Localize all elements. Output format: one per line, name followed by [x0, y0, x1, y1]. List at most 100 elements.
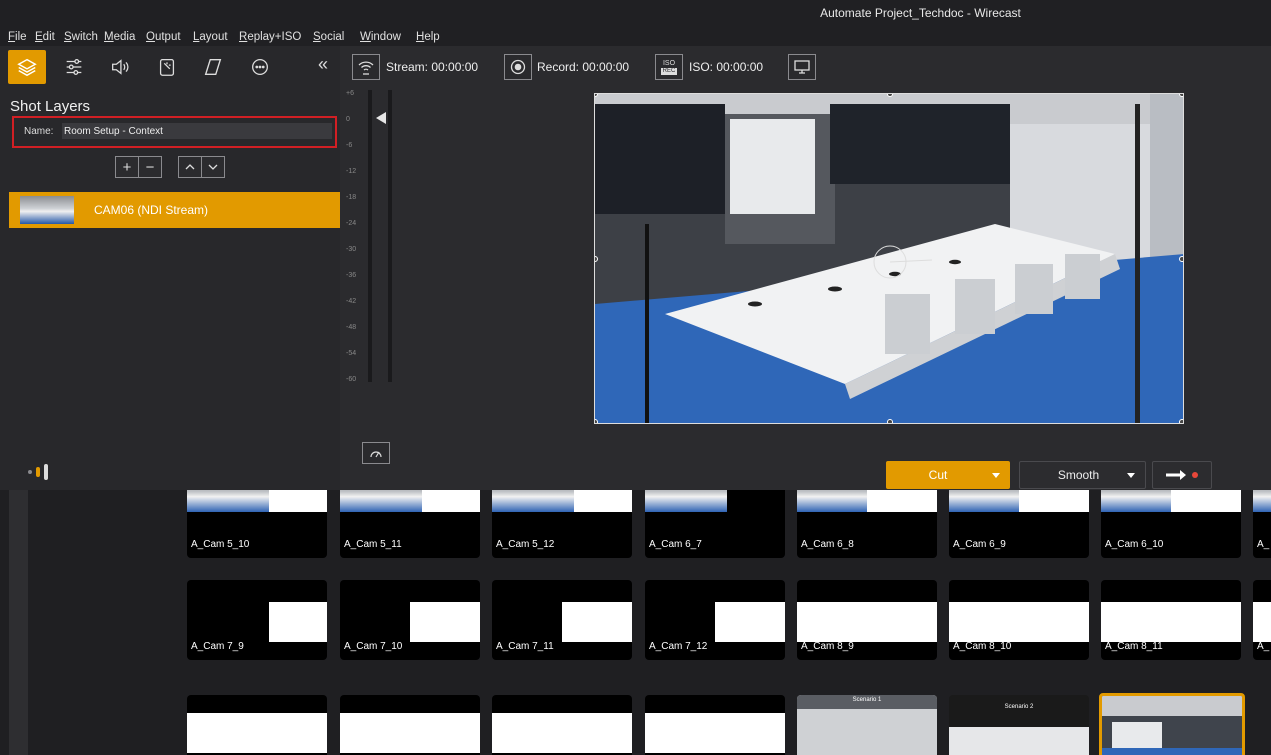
shot-tile[interactable]: [492, 695, 632, 755]
shot-label: A_Cam 5_11: [344, 539, 402, 550]
menu-layout[interactable]: Layout: [193, 31, 228, 43]
meter-label: -12: [346, 168, 357, 175]
parallelogram-icon: [204, 58, 222, 76]
shot-tile[interactable]: Scenario 1: [797, 695, 937, 755]
audio-tab[interactable]: [101, 50, 139, 84]
shot-tile[interactable]: A_Cam 6_10: [1101, 490, 1241, 558]
shot-tile[interactable]: A_Cam 6_9: [949, 490, 1089, 558]
shot-tile-selected[interactable]: [1099, 693, 1245, 755]
stream-button[interactable]: [352, 54, 380, 80]
shot-tile[interactable]: A_Cam 8_10: [949, 580, 1089, 660]
cut-button[interactable]: Cut: [886, 461, 1010, 489]
conference-room-image: [595, 94, 1183, 423]
name-label: Name:: [24, 126, 54, 137]
meter-label: -30: [346, 246, 357, 253]
chevron-up-icon: [185, 164, 195, 170]
meter-label: -24: [346, 220, 357, 227]
shot-tile[interactable]: A_Cam 6_7: [645, 490, 785, 558]
menu-help[interactable]: Help: [416, 31, 440, 43]
menu-media[interactable]: Media: [104, 31, 135, 43]
audio-level-icon: [28, 464, 48, 480]
menu-replay-iso[interactable]: Replay+ISO: [239, 31, 301, 43]
shot-tile[interactable]: A_Cam 8_11: [1101, 580, 1241, 660]
shot-grid-sidebar: [9, 490, 28, 755]
shot-tile[interactable]: A_Cam 7_9: [187, 580, 327, 660]
window-title: Automate Project_Techdoc - Wirecast: [820, 6, 1021, 20]
shot-tile[interactable]: A_Cam 7_12: [645, 580, 785, 660]
meter-label: -6: [346, 142, 353, 149]
record-button[interactable]: [504, 54, 532, 80]
meter-label: -48: [346, 324, 357, 331]
left-panel: « Shot Layers Name: + − CAM06 (NDI Strea…: [0, 46, 340, 490]
shot-tile[interactable]: [187, 695, 327, 755]
magic-wand-icon: [159, 59, 175, 76]
layer-thumbnail: [20, 196, 74, 224]
menu-switch[interactable]: Switch: [64, 31, 98, 43]
shot-tile[interactable]: A_Cam 5_11: [340, 490, 480, 558]
audio-meter: +6 0 -6 -12 -18 -24 -30 -36 -42 -48 -54 …: [344, 90, 394, 464]
gauge-icon: [370, 451, 382, 458]
shot-label: A_Cam 8_11: [1105, 641, 1163, 652]
resize-handle[interactable]: [595, 419, 598, 423]
shot-label: A_Cam 7_10: [344, 641, 403, 652]
resize-handle[interactable]: [887, 419, 893, 423]
preview-canvas[interactable]: [594, 93, 1184, 424]
shot-label: A_Cam 7_11: [496, 641, 554, 652]
shot-tile[interactable]: A_Cam 7_11: [492, 580, 632, 660]
shot-tile[interactable]: Scenario 2: [949, 695, 1089, 755]
name-field-group: Name:: [12, 116, 337, 148]
add-layer-button[interactable]: +: [115, 156, 139, 178]
shot-label: A_Cam 8_10: [953, 641, 1012, 652]
meter-label: -60: [346, 376, 357, 383]
volume-slider-handle[interactable]: [376, 112, 386, 124]
resize-handle[interactable]: [1179, 94, 1183, 97]
caret-down-icon[interactable]: [1127, 473, 1135, 478]
shot-label: A_Cam 6_9: [953, 539, 1006, 550]
iso-time: ISO: 00:00:00: [689, 60, 764, 74]
meter-settings-button[interactable]: [362, 442, 390, 464]
sliders-tab[interactable]: [55, 50, 93, 84]
shot-tile[interactable]: A_: [1253, 490, 1271, 558]
more-tab[interactable]: [241, 50, 279, 84]
arrow-right-icon: [1166, 470, 1198, 480]
shot-tile[interactable]: A_Cam 5_10: [187, 490, 327, 558]
caret-down-icon[interactable]: [992, 473, 1000, 478]
wifi-icon: [358, 61, 374, 75]
menu-edit[interactable]: Edit: [35, 31, 55, 43]
meter-label: -36: [346, 272, 357, 279]
resize-handle[interactable]: [1179, 256, 1183, 262]
shot-tile[interactable]: [340, 695, 480, 755]
menu-window[interactable]: Window: [360, 31, 401, 43]
collapse-panel-icon[interactable]: «: [318, 54, 328, 75]
effects-tab[interactable]: [148, 50, 186, 84]
shot-label: A_Cam 5_10: [191, 539, 250, 550]
menu-output[interactable]: Output: [146, 31, 181, 43]
move-down-button[interactable]: [201, 156, 225, 178]
shot-tile[interactable]: A_Cam 5_12: [492, 490, 632, 558]
menu-social[interactable]: Social: [313, 31, 344, 43]
resize-handle[interactable]: [1179, 419, 1183, 423]
menu-file[interactable]: File: [8, 31, 27, 43]
shot-tile[interactable]: [645, 695, 785, 755]
move-up-button[interactable]: [178, 156, 202, 178]
layers-tab[interactable]: [8, 50, 46, 84]
shot-tile[interactable]: A_Cam 8_9: [797, 580, 937, 660]
monitor-icon: [794, 60, 810, 74]
go-live-button[interactable]: [1152, 461, 1212, 489]
shape-tab[interactable]: [194, 50, 232, 84]
display-button[interactable]: [788, 54, 816, 80]
layer-item[interactable]: CAM06 (NDI Stream): [9, 192, 340, 228]
sliders-icon: [66, 59, 82, 75]
smooth-button[interactable]: Smooth: [1019, 461, 1146, 489]
shot-tile[interactable]: A_Cam 6_8: [797, 490, 937, 558]
shot-tile[interactable]: A_Cam 7_10: [340, 580, 480, 660]
iso-button[interactable]: ISO REC: [655, 54, 683, 80]
remove-layer-button[interactable]: −: [138, 156, 162, 178]
iso-badge-top: ISO: [662, 59, 676, 67]
title-bar: Automate Project_Techdoc - Wirecast: [0, 0, 1271, 28]
name-input[interactable]: [62, 123, 332, 139]
meter-label: -42: [346, 298, 357, 305]
shot-label: A_: [1257, 539, 1270, 550]
shot-tile[interactable]: A_: [1253, 580, 1271, 660]
meter-bar-left: [368, 90, 372, 382]
